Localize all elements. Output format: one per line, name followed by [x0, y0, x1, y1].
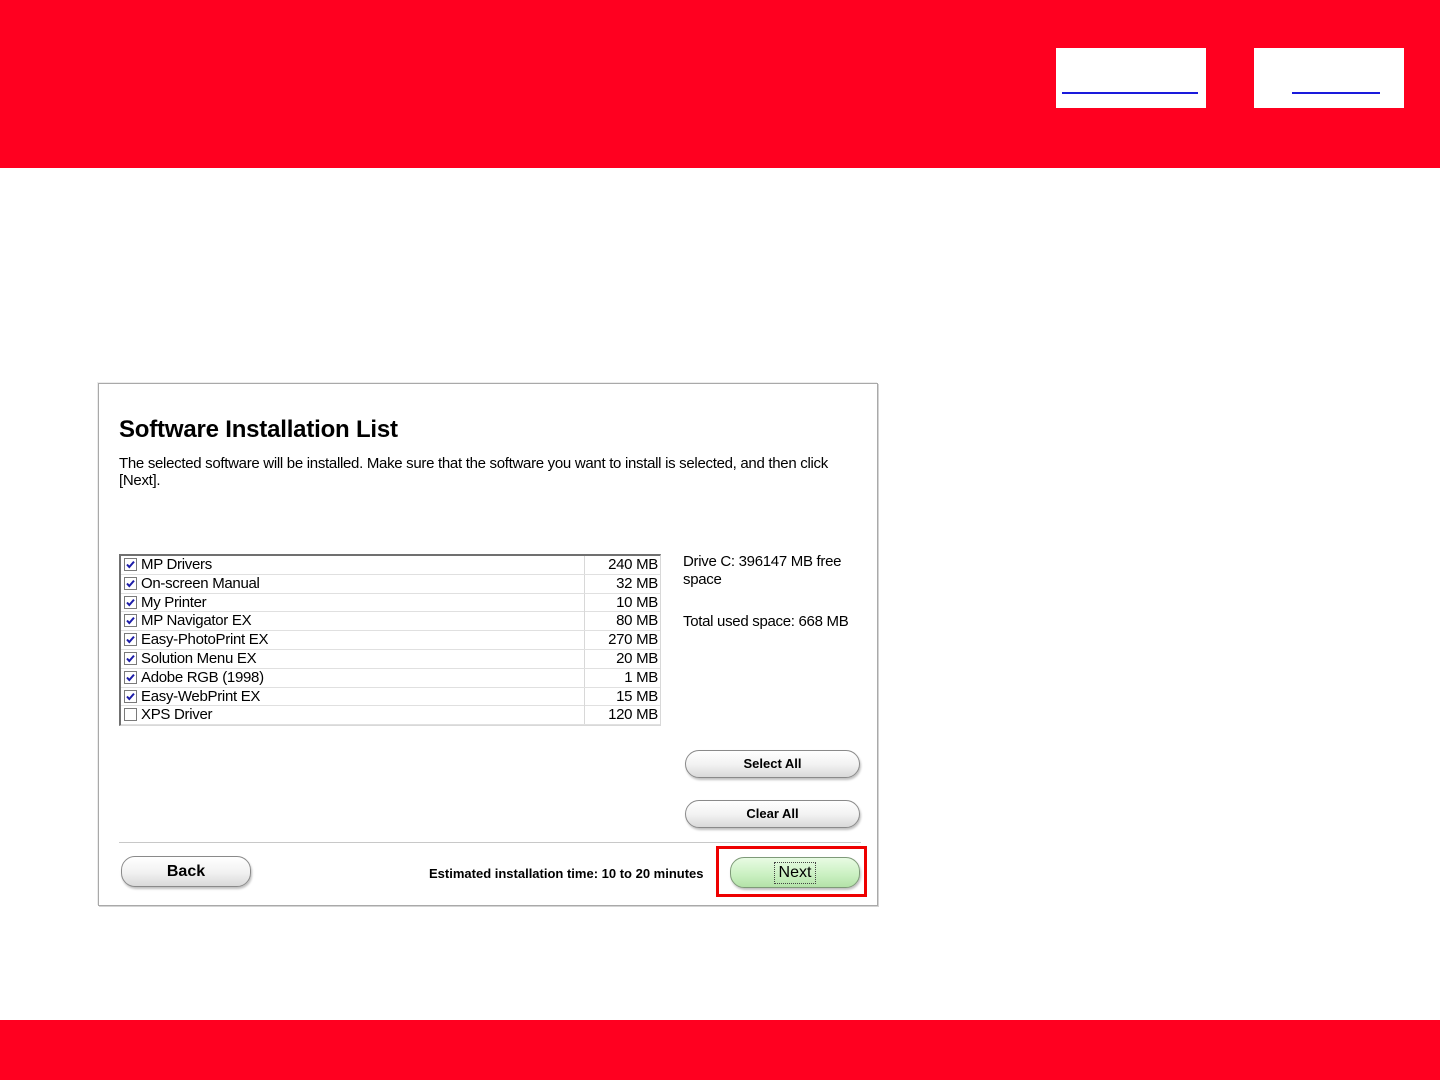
estimated-time: Estimated installation time: 10 to 20 mi…: [429, 866, 704, 881]
checkmark-icon: [126, 673, 135, 682]
software-size: 20 MB: [584, 649, 658, 668]
list-item[interactable]: Easy-WebPrint EX 15 MB: [121, 687, 660, 707]
software-name: On-screen Manual: [141, 574, 260, 592]
list-item[interactable]: My Printer 10 MB: [121, 593, 660, 613]
select-all-button[interactable]: Select All: [685, 750, 860, 778]
nav-link-left[interactable]: [1056, 48, 1206, 108]
software-name: Adobe RGB (1998): [141, 668, 264, 686]
software-size: 270 MB: [584, 631, 658, 650]
software-name: Solution Menu EX: [141, 649, 257, 667]
checkmark-icon: [126, 617, 135, 625]
software-size: 80 MB: [584, 612, 658, 631]
link-underline: [1292, 92, 1380, 94]
list-item[interactable]: Solution Menu EX 20 MB: [121, 649, 660, 669]
installer-dialog: Software Installation List The selected …: [98, 383, 878, 906]
software-size: 15 MB: [584, 687, 658, 706]
nav-box-right: [1254, 48, 1404, 108]
checkmark-icon: [126, 579, 135, 588]
next-button-label: Next: [773, 862, 817, 884]
software-size: 240 MB: [584, 556, 658, 574]
checkbox-checked[interactable]: [124, 651, 137, 665]
back-button[interactable]: Back: [121, 856, 251, 887]
software-name: Easy-WebPrint EX: [141, 687, 261, 705]
software-name: MP Drivers: [141, 556, 212, 573]
checkbox-checked[interactable]: [124, 614, 137, 628]
footer-divider: [119, 842, 861, 843]
list-item[interactable]: XPS Driver 120 MB: [121, 706, 660, 726]
software-name: My Printer: [141, 593, 207, 611]
dialog-title: Software Installation List: [119, 416, 398, 443]
software-size: 32 MB: [584, 574, 658, 593]
checkmark-icon: [126, 692, 135, 701]
software-size: 1 MB: [584, 668, 658, 687]
checkbox-checked[interactable]: [124, 689, 137, 703]
link-underline: [1062, 92, 1198, 94]
list-item[interactable]: MP Navigator EX 80 MB: [121, 612, 660, 632]
clear-all-button[interactable]: Clear All: [685, 800, 860, 828]
checkmark-icon: [126, 636, 135, 644]
checkmark-icon: [126, 654, 135, 663]
software-name: MP Navigator EX: [141, 612, 252, 630]
nav-box-left: [1056, 48, 1206, 108]
next-button[interactable]: Next: [730, 857, 860, 888]
software-list: MP Drivers 240 MB On-screen Manual 32 MB My …: [119, 554, 661, 726]
checkbox-checked[interactable]: [124, 558, 137, 571]
checkmark-icon: [126, 560, 135, 569]
list-item[interactable]: Adobe RGB (1998) 1 MB: [121, 668, 660, 688]
checkmark-icon: [126, 598, 135, 607]
checkbox-checked[interactable]: [124, 633, 137, 647]
list-item[interactable]: MP Drivers 240 MB: [121, 556, 660, 575]
software-name: Easy-PhotoPrint EX: [141, 631, 269, 649]
checkbox-checked[interactable]: [124, 670, 137, 684]
dialog-description: The selected software will be installed.…: [119, 455, 828, 489]
total-used-space: Total used space: 668 MB: [683, 613, 849, 630]
software-size: 120 MB: [584, 706, 658, 725]
list-item[interactable]: On-screen Manual 32 MB: [121, 574, 660, 594]
software-size: 10 MB: [584, 593, 658, 612]
checkbox-checked[interactable]: [124, 576, 137, 590]
nav-link-right[interactable]: [1254, 48, 1404, 108]
list-item[interactable]: Easy-PhotoPrint EX 270 MB: [121, 631, 660, 650]
header-band: [0, 0, 1440, 168]
software-name: XPS Driver: [141, 706, 213, 724]
checkbox-unchecked[interactable]: [124, 708, 137, 722]
footer-band: [0, 1020, 1440, 1080]
checkbox-checked[interactable]: [124, 595, 137, 609]
drive-free-space: Drive C: 396147 MB free space: [683, 553, 842, 588]
